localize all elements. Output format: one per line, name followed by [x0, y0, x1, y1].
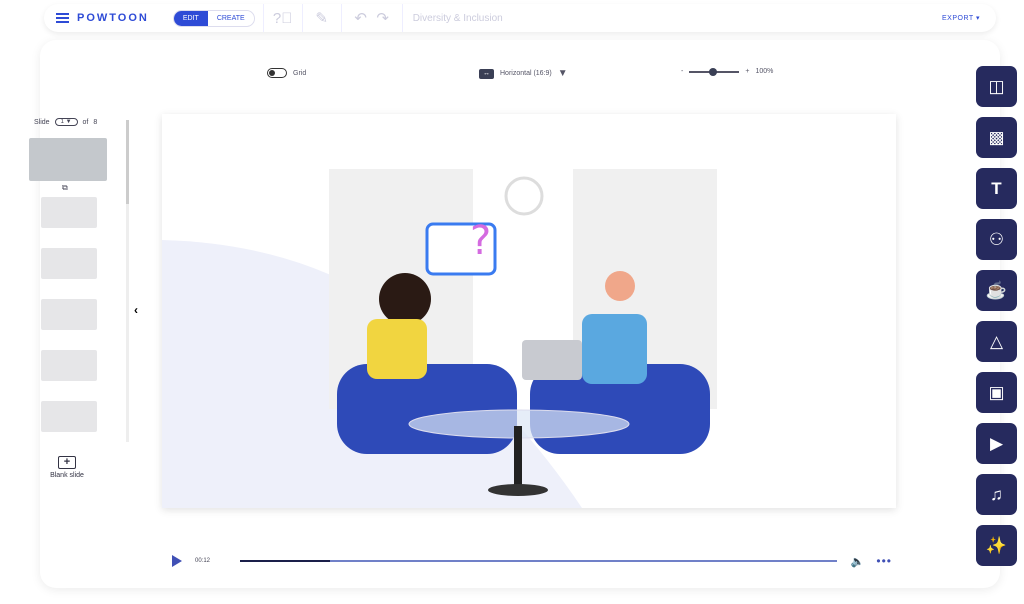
duplicate-slide-icon[interactable]: ⧉ [62, 183, 128, 193]
slide-selector: Slide 1 ▼ of 8 [34, 118, 128, 126]
grid-label: Grid [293, 69, 307, 77]
slide-current: 1 [60, 119, 64, 125]
redo-icon[interactable]: ↷ [372, 9, 394, 27]
dropdown-arrow-icon: ▼ [557, 68, 568, 79]
grid-toggle[interactable]: Grid [267, 68, 306, 78]
orientation-select[interactable]: ↔ Horizontal (16:9) ▼ [479, 68, 568, 79]
video-icon[interactable]: ▶ [976, 423, 1017, 464]
props-icon[interactable]: ☕ [976, 270, 1017, 311]
slide-thumbnail[interactable] [29, 138, 107, 181]
zoom-slider[interactable] [689, 67, 740, 76]
divider [301, 4, 303, 32]
slides-panel: Slide 1 ▼ of 8 ⧉ [28, 118, 128, 452]
shapes-icon[interactable]: △ [976, 321, 1017, 362]
edit-mode-button[interactable]: EDIT [173, 10, 208, 26]
zoom-in-button[interactable]: + [745, 68, 749, 75]
slides-scrollbar[interactable] [126, 120, 129, 442]
background-icon[interactable]: ▩ [976, 117, 1017, 158]
player-bar: 00:12 🔈 ••• [172, 553, 892, 569]
blank-slide-label: Blank slide [50, 472, 84, 479]
collapse-panel-icon[interactable]: ‹ [134, 303, 138, 317]
timeline-scrubber[interactable] [240, 560, 837, 562]
slide-thumbnail[interactable] [41, 299, 97, 330]
current-time: 00:12 [195, 558, 211, 564]
svg-text:?: ? [470, 218, 491, 264]
zoom-control: - +100% [681, 67, 774, 76]
slide-thumbnail[interactable] [41, 197, 97, 228]
orientation-icon: ↔ [479, 68, 494, 79]
timeline-progress [240, 560, 330, 562]
slide-dropdown[interactable]: 1 ▼ [54, 118, 78, 126]
divider [401, 4, 403, 32]
menu-icon[interactable] [56, 13, 69, 23]
top-bar: POWTOON EDIT CREATE ?⃝ ✎ ↶ ↷ Diversity &… [44, 4, 996, 32]
export-label: EXPORT [942, 15, 974, 22]
export-button[interactable]: EXPORT ▾ [942, 14, 980, 22]
create-mode-button[interactable]: CREATE [207, 10, 254, 26]
mode-toggle[interactable]: EDIT CREATE [172, 9, 255, 27]
volume-icon[interactable]: 🔈 [851, 555, 865, 568]
slide-label: Slide [34, 118, 50, 126]
orientation-label: Horizontal (16:9) [500, 70, 552, 77]
more-options-icon[interactable]: ••• [876, 554, 892, 568]
media-icon[interactable]: ▣ [976, 372, 1017, 413]
slide-thumbnail[interactable] [41, 401, 97, 432]
divider [340, 4, 342, 32]
scene-illustration: ? [162, 169, 717, 508]
add-icon: + [58, 456, 76, 469]
layout-icon[interactable]: ◫ [976, 66, 1017, 107]
slide-canvas[interactable]: ? [162, 114, 896, 508]
characters-icon[interactable]: ⚇ [976, 219, 1017, 260]
of-label: of [82, 118, 89, 126]
slide-thumbnail[interactable] [41, 350, 97, 381]
grid-switch[interactable] [267, 68, 287, 78]
slide-thumbnail[interactable] [41, 248, 97, 279]
divider [262, 4, 264, 32]
blank-slide-button[interactable]: + Blank slide [46, 456, 88, 479]
notes-icon[interactable]: ✎ [311, 9, 333, 27]
undo-icon[interactable]: ↶ [350, 9, 372, 27]
slide-total: 8 [93, 118, 98, 126]
music-icon[interactable]: ♫ [976, 474, 1017, 515]
play-icon[interactable] [172, 555, 182, 567]
logo: POWTOON [77, 12, 149, 24]
magic-icon[interactable]: ✨ [976, 525, 1017, 566]
help-icon[interactable]: ?⃝ [272, 10, 294, 27]
zoom-value: 100% [755, 68, 774, 75]
zoom-out-button[interactable]: - [681, 68, 683, 75]
project-title[interactable]: Diversity & Inclusion [413, 13, 503, 24]
text-icon[interactable]: T [976, 168, 1017, 209]
tools-sidebar: ◫ ▩ T ⚇ ☕ △ ▣ ▶ ♫ ✨ [976, 66, 1017, 576]
